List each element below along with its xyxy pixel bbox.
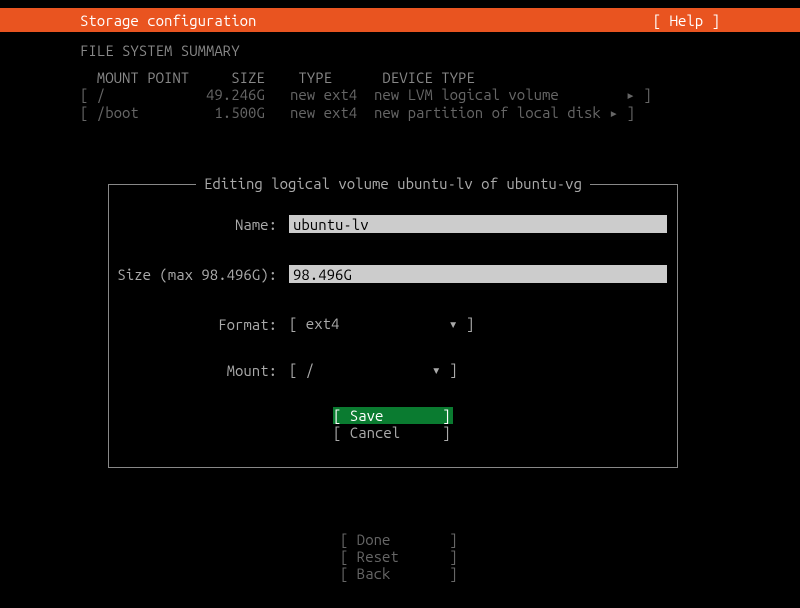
section-title: FILE SYSTEM SUMMARY	[0, 32, 800, 63]
edit-lv-modal: Editing logical volume ubuntu-lv of ubun…	[108, 184, 678, 468]
filesystem-summary-table: MOUNT POINT SIZE TYPE DEVICE TYPE [ / 49…	[0, 63, 800, 122]
footer-buttons: [ Done ] [ Reset ] [ Back ]	[0, 531, 800, 582]
back-button[interactable]: [ Back ]	[340, 565, 460, 582]
modal-title: Editing logical volume ubuntu-lv of ubun…	[196, 175, 590, 192]
row-name: Name:	[109, 215, 677, 233]
modal-button-stack: [ Save ] [ Cancel ]	[109, 407, 677, 441]
edit-lv-form: Name: Size (max 98.496G): Format: [ ext4…	[109, 185, 677, 441]
row-format: Format: [ ext4 ▾ ]	[109, 315, 677, 333]
done-button[interactable]: [ Done ]	[340, 531, 460, 548]
modal-title-wrap: Editing logical volume ubuntu-lv of ubun…	[109, 175, 677, 192]
fs-table-header: MOUNT POINT SIZE TYPE DEVICE TYPE	[80, 69, 720, 86]
help-link[interactable]: [ Help ]	[653, 12, 720, 29]
format-label: Format:	[109, 316, 289, 333]
page-title: Storage configuration	[80, 12, 256, 29]
format-select[interactable]: [ ext4 ▾ ]	[289, 315, 474, 333]
size-input[interactable]	[289, 265, 667, 283]
row-size: Size (max 98.496G):	[109, 265, 677, 283]
fs-row-boot[interactable]: [ /boot 1.500G new ext4 new partition of…	[80, 104, 720, 122]
row-mount: Mount: [ / ▾ ]	[109, 361, 677, 379]
header-bar: Storage configuration [ Help ]	[0, 8, 800, 32]
size-label: Size (max 98.496G):	[109, 266, 289, 283]
reset-button[interactable]: [ Reset ]	[340, 548, 460, 565]
name-input[interactable]	[289, 215, 667, 233]
save-button[interactable]: [ Save ]	[333, 407, 453, 424]
cancel-button[interactable]: [ Cancel ]	[333, 424, 453, 441]
name-label: Name:	[109, 216, 289, 233]
fs-row-root[interactable]: [ / 49.246G new ext4 new LVM logical vol…	[80, 86, 720, 104]
mount-select[interactable]: [ / ▾ ]	[289, 361, 458, 379]
mount-label: Mount:	[109, 362, 289, 379]
